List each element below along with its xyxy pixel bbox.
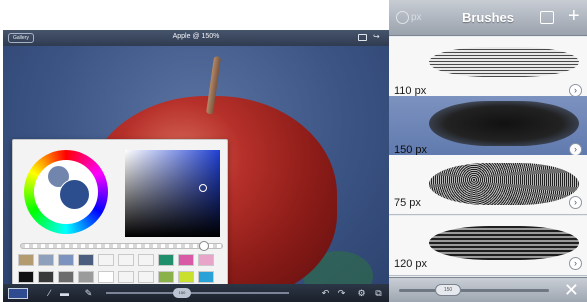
- hue-wheel[interactable]: [24, 150, 108, 234]
- close-icon[interactable]: ✕: [564, 281, 579, 299]
- palette-swatch[interactable]: [58, 254, 74, 266]
- brush-size-label: 75 px: [394, 197, 421, 209]
- undo-icon[interactable]: ↶: [320, 287, 331, 299]
- brush-stroke-preview: [429, 47, 579, 77]
- eraser-tool-icon[interactable]: ▬: [59, 287, 70, 299]
- palette-swatch[interactable]: [78, 271, 94, 283]
- brush-stroke-preview: [429, 163, 579, 205]
- brush-settings-icon[interactable]: [540, 11, 554, 24]
- bottom-toolbar: ∕ ▬ ✎ 150 ↶ ↷ ⚙ ⧉: [3, 284, 389, 302]
- layers-icon[interactable]: ⧉: [373, 287, 384, 299]
- palette-swatch[interactable]: [78, 254, 94, 266]
- palette-swatch[interactable]: [118, 254, 134, 266]
- palette-swatch[interactable]: [158, 254, 174, 266]
- palette-swatch[interactable]: [138, 271, 154, 283]
- color-palette: [18, 254, 224, 283]
- drawing-screen: Gallery Apple @ 150% ↪ ∕ ▬ ✎ 150 ↶ ↷ ⚙ ⧉: [3, 30, 389, 302]
- saturation-brightness-square[interactable]: [125, 150, 220, 237]
- gear-icon[interactable]: ⚙: [356, 287, 367, 299]
- brushes-panel: px Brushes + 110 px › 150 px › 75 px › 1…: [389, 0, 587, 302]
- opacity-slider[interactable]: [20, 241, 223, 251]
- palette-swatch[interactable]: [198, 254, 214, 266]
- brush-stroke-preview: [429, 101, 579, 146]
- document-title: Apple @ 150%: [172, 33, 220, 40]
- brush-size-label: 120 px: [394, 258, 428, 270]
- palette-swatch[interactable]: [38, 254, 54, 266]
- palette-swatch[interactable]: [38, 271, 54, 283]
- palette-swatch[interactable]: [198, 271, 214, 283]
- palette-swatch[interactable]: [18, 254, 34, 266]
- top-bar: Gallery Apple @ 150% ↪: [3, 30, 389, 46]
- chevron-right-icon[interactable]: ›: [569, 196, 582, 209]
- color-button[interactable]: [8, 288, 28, 299]
- saturation-brightness-handle[interactable]: [199, 184, 207, 192]
- chevron-right-icon[interactable]: ›: [569, 257, 582, 270]
- brush-size-knob[interactable]: 150: [173, 288, 191, 298]
- share-icon[interactable]: ↪: [373, 33, 382, 41]
- palette-swatch[interactable]: [178, 254, 194, 266]
- color-picker-panel: [12, 139, 228, 292]
- brush-item-120[interactable]: 120 px ›: [389, 216, 587, 276]
- smudge-tool-icon[interactable]: ✎: [83, 287, 94, 299]
- brushes-title: Brushes: [461, 10, 515, 25]
- app-root: Gallery Apple @ 150% ↪ ∕ ▬ ✎ 150 ↶ ↷ ⚙ ⧉…: [0, 0, 587, 302]
- opacity-slider-handle[interactable]: [199, 241, 209, 251]
- drawing-canvas[interactable]: [3, 46, 389, 301]
- brush-tool-icon[interactable]: ∕: [44, 287, 55, 299]
- brushes-footer: 150 ✕: [389, 277, 587, 302]
- brush-stroke-preview: [429, 226, 579, 260]
- brushes-header: px Brushes +: [389, 0, 587, 36]
- redo-icon[interactable]: ↷: [336, 287, 347, 299]
- palette-swatch[interactable]: [178, 271, 194, 283]
- brush-item-75[interactable]: 75 px ›: [389, 155, 587, 215]
- current-color-swatch: [59, 179, 90, 210]
- image-icon[interactable]: [358, 34, 367, 41]
- palette-swatch[interactable]: [138, 254, 154, 266]
- palette-swatch[interactable]: [98, 254, 114, 266]
- brush-size-slider-panel[interactable]: 150: [399, 284, 549, 296]
- palette-swatch[interactable]: [98, 271, 114, 283]
- add-icon[interactable]: +: [568, 6, 580, 26]
- brush-item-110[interactable]: 110 px ›: [389, 37, 587, 103]
- brush-size-slider-knob[interactable]: 150: [435, 284, 461, 296]
- brush-size-slider[interactable]: 150: [106, 288, 289, 298]
- palette-swatch[interactable]: [158, 271, 174, 283]
- brush-item-150[interactable]: 150 px ›: [389, 96, 587, 162]
- palette-swatch[interactable]: [58, 271, 74, 283]
- palette-swatch[interactable]: [18, 271, 34, 283]
- hue-handle[interactable]: [44, 207, 53, 216]
- palette-swatch[interactable]: [118, 271, 134, 283]
